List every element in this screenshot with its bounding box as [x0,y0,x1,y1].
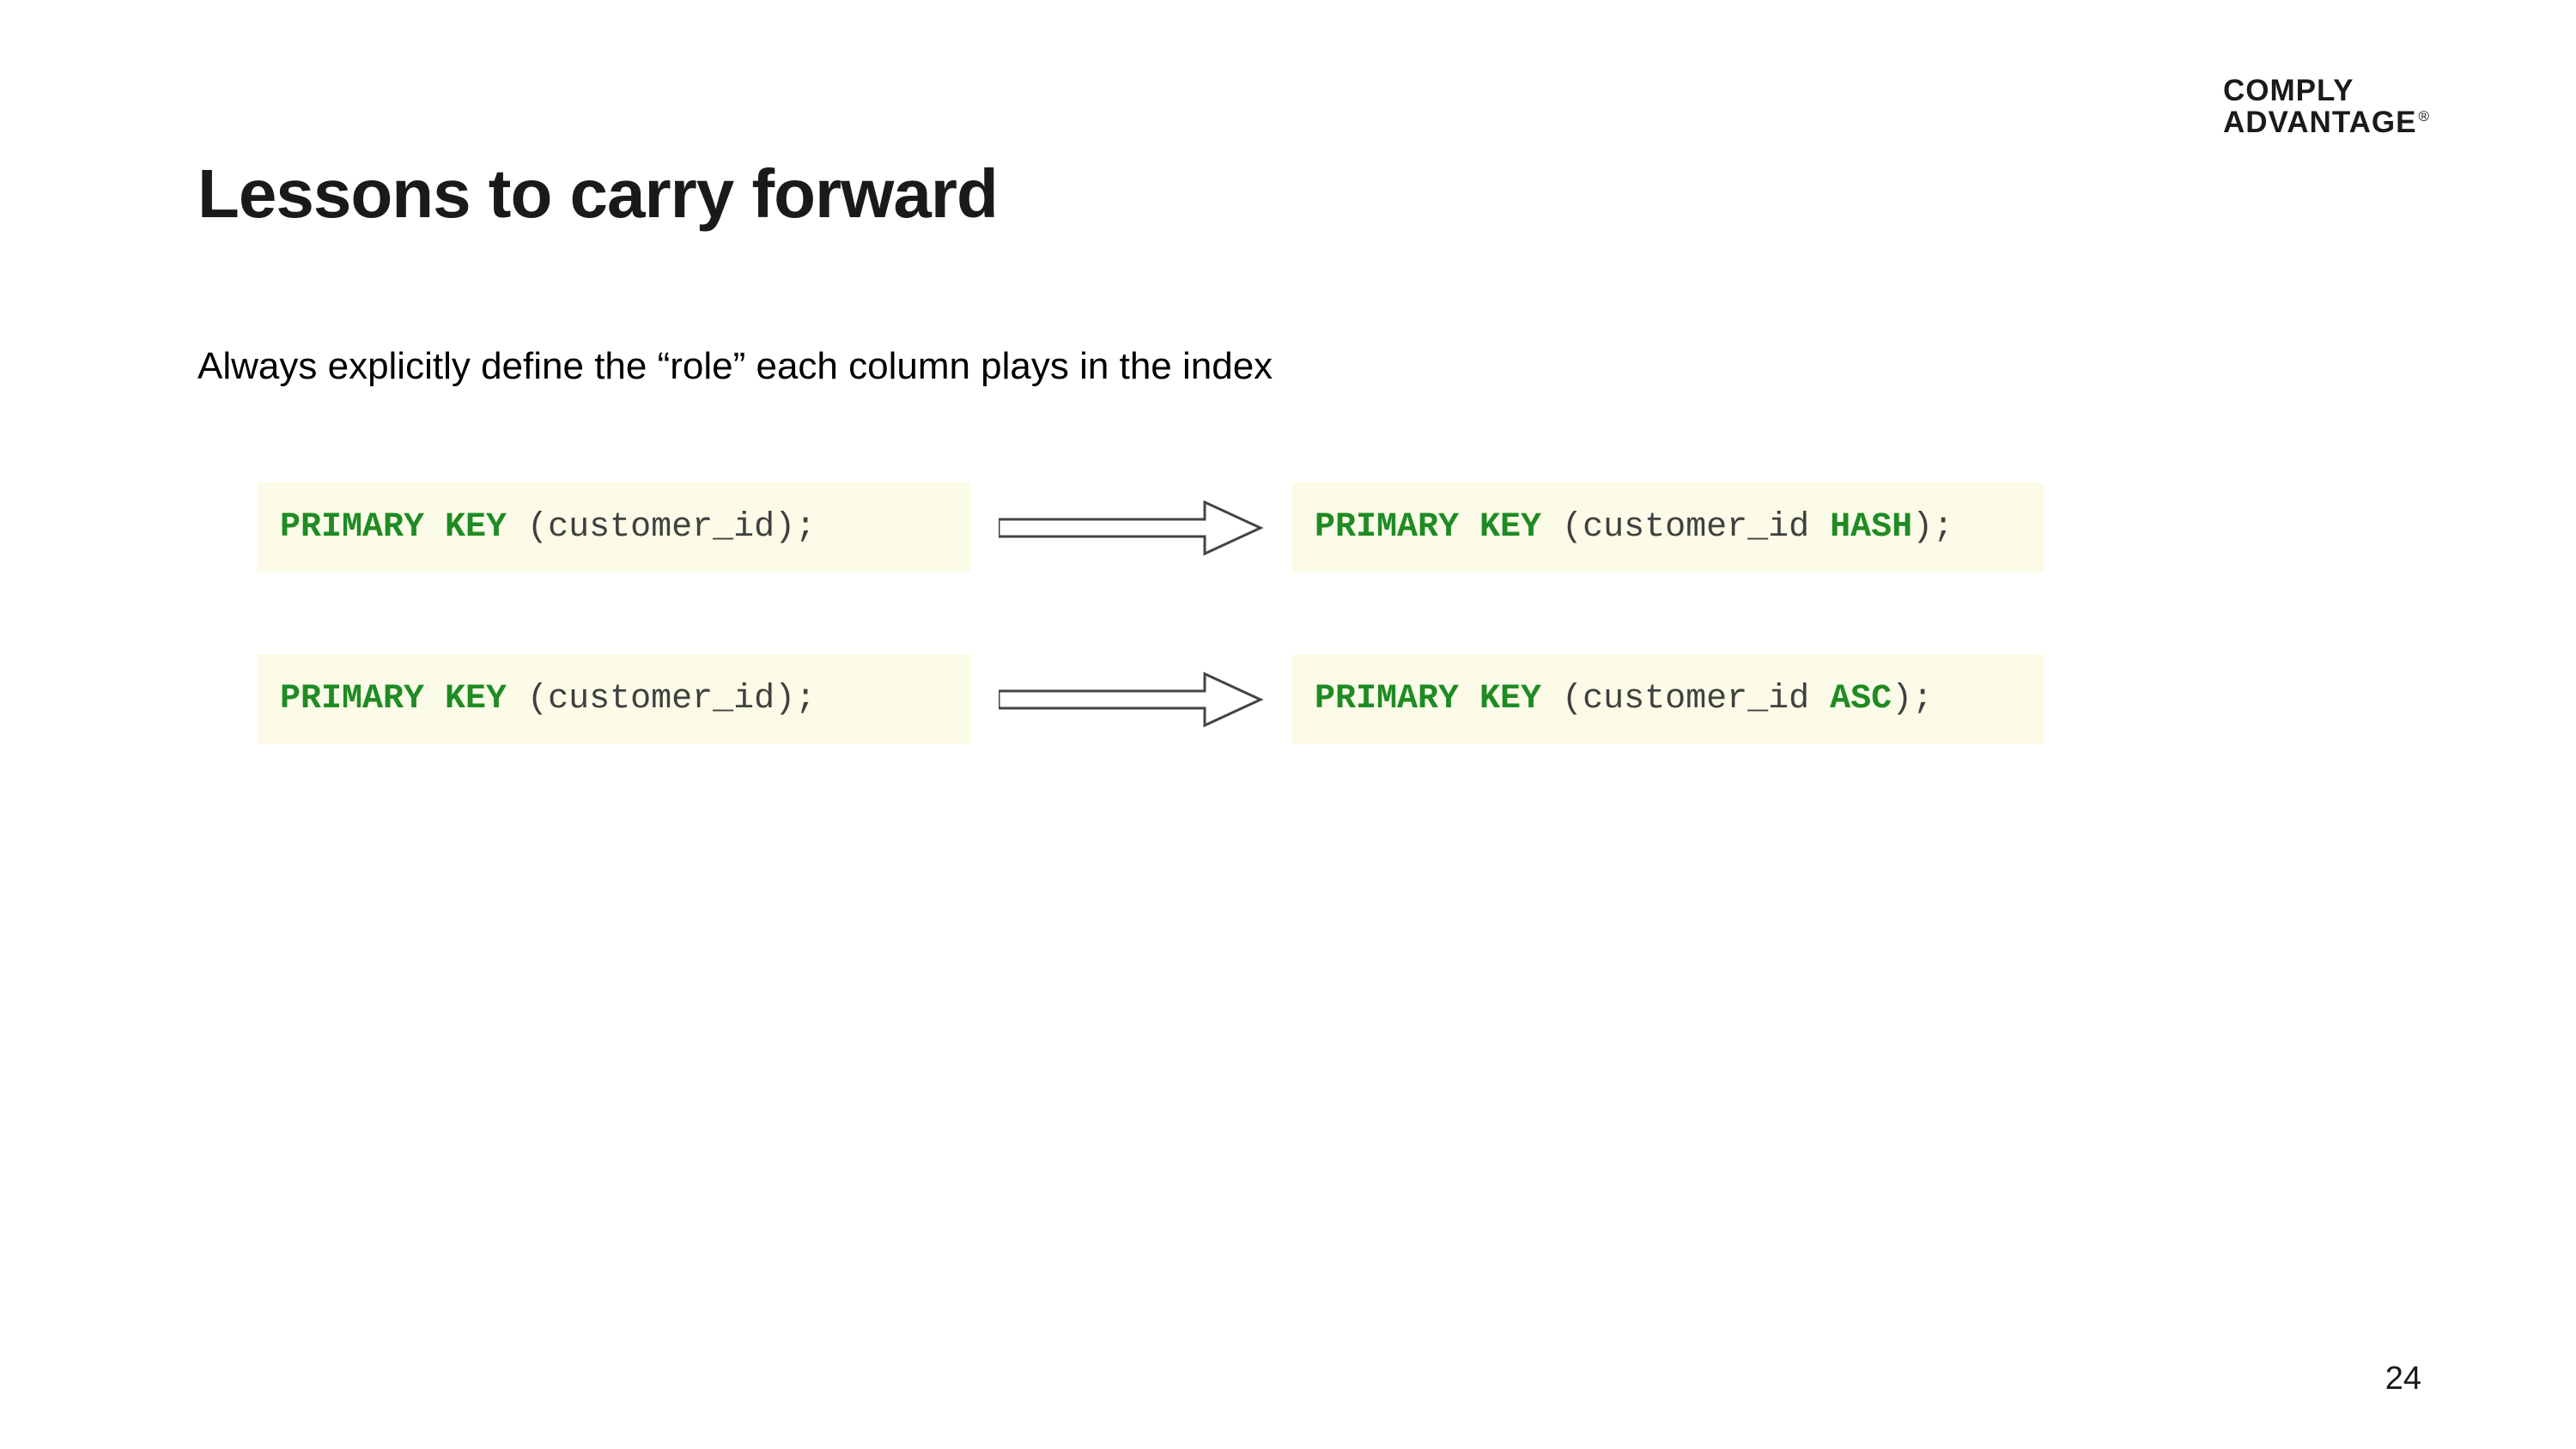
code-text: ); [775,680,816,718]
keyword: PRIMARY KEY [280,680,507,718]
logo-line-1: COMPLY [2223,76,2430,107]
column-name: customer_id [1583,680,1830,718]
brand-logo: COMPLY ADVANTAGE® [2223,76,2430,139]
keyword: ASC [1830,680,1892,718]
slide-subtitle: Always explicitly define the “role” each… [197,345,2379,388]
code-text: ); [775,508,816,547]
arrow-right-icon [970,670,1292,730]
code-text: ( [1541,680,1583,718]
column-name: customer_id [548,508,775,547]
code-text: ( [1541,508,1583,547]
page-number: 24 [2385,1361,2421,1397]
code-row: PRIMARY KEY (customer_id); PRIMARY KEY (… [258,482,2138,573]
code-box-left: PRIMARY KEY (customer_id); [258,482,970,573]
code-box-left: PRIMARY KEY (customer_id); [258,654,970,744]
logo-line-2: ADVANTAGE® [2223,107,2430,139]
code-rows: PRIMARY KEY (customer_id); PRIMARY KEY (… [197,482,2379,744]
keyword: PRIMARY KEY [1315,508,1541,547]
column-name: customer_id [1583,508,1830,547]
arrow-right-icon [970,498,1292,558]
column-name: customer_id [548,680,775,718]
code-box-right: PRIMARY KEY (customer_id HASH); [1292,482,2044,573]
code-text: ); [1912,508,1953,547]
logo-registered: ® [2418,108,2430,124]
code-text: ( [507,680,548,718]
code-box-right: PRIMARY KEY (customer_id ASC); [1292,654,2044,744]
code-row: PRIMARY KEY (customer_id); PRIMARY KEY (… [258,654,2138,744]
slide-title: Lessons to carry forward [197,155,2379,233]
code-text: ); [1892,680,1933,718]
code-text: ( [507,508,548,547]
slide: COMPLY ADVANTAGE® Lessons to carry forwa… [0,0,2576,1449]
keyword: PRIMARY KEY [1315,680,1541,718]
keyword: HASH [1830,508,1912,547]
keyword: PRIMARY KEY [280,508,507,547]
logo-line-2-text: ADVANTAGE [2223,106,2416,139]
